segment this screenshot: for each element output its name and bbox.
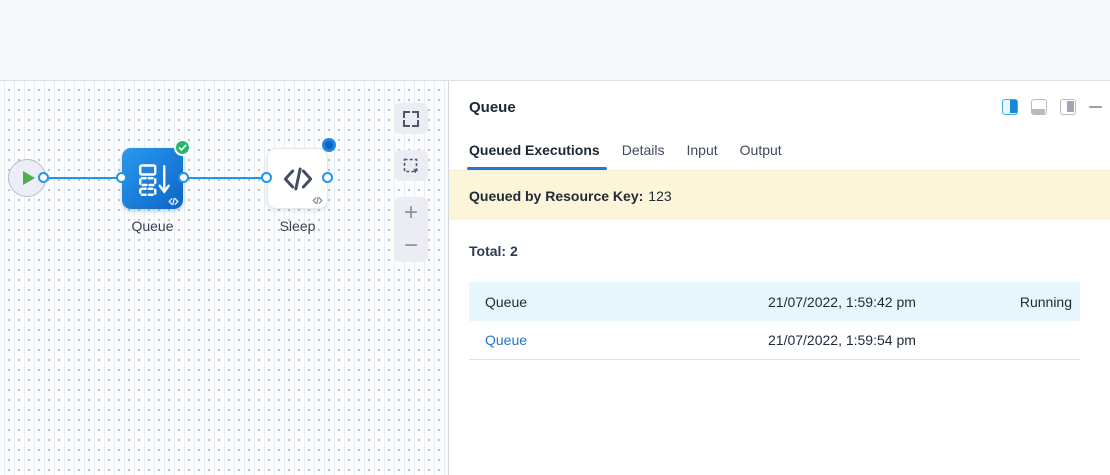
main-split: Queue Sleep [0, 81, 1110, 475]
queue-node[interactable] [122, 148, 183, 209]
queue-node-label: Queue [122, 218, 183, 234]
expand-corners-icon [402, 110, 420, 128]
banner-value: 123 [648, 188, 671, 204]
total-count: Total: 2 [469, 243, 1080, 259]
code-badge-icon [168, 197, 179, 206]
sleep-input-connector[interactable] [261, 172, 272, 183]
dock-left-icon[interactable] [1002, 99, 1018, 115]
execution-timestamp: 21/07/2022, 1:59:42 pm [768, 294, 916, 310]
execution-name-link[interactable]: Queue [485, 332, 768, 348]
banner-label: Queued by Resource Key: [469, 188, 643, 204]
code-badge-icon [312, 196, 323, 205]
tab-queued-executions[interactable]: Queued Executions [469, 142, 600, 170]
dock-right-icon[interactable] [1060, 99, 1076, 115]
execution-row[interactable]: Queue 21/07/2022, 1:59:54 pm [469, 321, 1080, 360]
dock-bottom-icon[interactable] [1031, 99, 1047, 115]
executions-content: Total: 2 Queue 21/07/2022, 1:59:42 pm Ru… [449, 220, 1110, 360]
queued-status-dot-icon [322, 138, 336, 152]
edge-queue-to-sleep[interactable] [184, 177, 268, 179]
panel-layout-controls [1002, 99, 1102, 115]
sleep-node-label: Sleep [267, 218, 328, 234]
sleep-node[interactable] [267, 148, 328, 209]
zoom-in-button[interactable]: + [394, 197, 428, 230]
execution-name: Queue [485, 294, 768, 310]
dashed-square-icon [402, 157, 420, 175]
execution-timestamp: 21/07/2022, 1:59:54 pm [768, 332, 916, 348]
zoom-control-group: + − [394, 197, 428, 262]
sleep-output-connector[interactable] [322, 172, 333, 183]
workflow-editor-window: Queue Sleep [0, 0, 1110, 475]
resource-key-banner: Queued by Resource Key: 123 [449, 170, 1110, 220]
queue-list-down-arrow-icon [135, 161, 171, 197]
execution-details-panel: Queue Queued Executions Details Input Ou… [449, 81, 1110, 475]
panel-tabs: Queued Executions Details Input Output [449, 142, 1110, 170]
queue-input-connector[interactable] [116, 172, 127, 183]
code-brackets-icon [282, 165, 314, 192]
start-output-connector[interactable] [38, 172, 49, 183]
execution-row[interactable]: Queue 21/07/2022, 1:59:42 pm Running [469, 282, 1080, 321]
execution-status: Running [1020, 294, 1072, 310]
top-toolbar [0, 0, 1110, 81]
fit-view-button[interactable] [394, 103, 428, 134]
select-area-button[interactable] [394, 150, 428, 181]
tab-output[interactable]: Output [740, 142, 782, 170]
play-icon [23, 171, 35, 185]
panel-header: Queue [449, 81, 1110, 116]
workflow-canvas[interactable]: Queue Sleep [0, 81, 449, 475]
panel-title: Queue [469, 99, 516, 116]
zoom-out-button[interactable]: − [394, 230, 428, 263]
edge-start-to-queue[interactable] [44, 177, 124, 179]
minimize-icon[interactable] [1089, 106, 1102, 109]
success-check-icon [174, 139, 191, 156]
tab-input[interactable]: Input [687, 142, 718, 170]
queue-output-connector[interactable] [178, 172, 189, 183]
tab-details[interactable]: Details [622, 142, 665, 170]
